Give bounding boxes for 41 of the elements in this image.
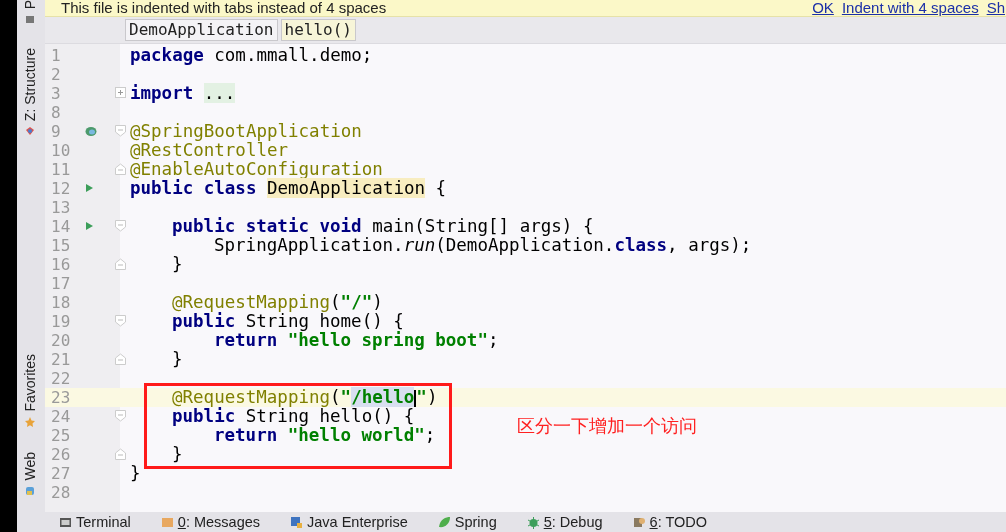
tool-window-button[interactable]: Terminal (59, 513, 131, 531)
tool-window-button[interactable]: Spring (437, 513, 497, 531)
code-line: @EnableAutoConfiguration (130, 160, 383, 179)
web-icon (24, 484, 36, 497)
code-line: @RequestMapping("/hello") (172, 388, 438, 407)
code-line: return "hello spring boot"; (214, 331, 499, 350)
tool-window-button[interactable]: 6: TODO (632, 513, 708, 531)
code-line: SpringApplication.run(DemoApplication.class, args); (214, 236, 752, 255)
tool-window-button[interactable]: 5: Debug (526, 513, 603, 531)
code-line: } (172, 350, 183, 369)
code-line: } (172, 445, 183, 464)
tool-window-button[interactable]: 0: Messages (160, 513, 261, 531)
code-line: import ... (130, 84, 236, 103)
banner-message: This file is indented with tabs instead of 4 spaces (61, 0, 387, 16)
code-line: return "hello world"; (214, 426, 436, 445)
code-line: public String hello() { (172, 407, 415, 426)
folder-icon (24, 13, 36, 26)
code-line: @RestController (130, 141, 289, 160)
tool-window-tab[interactable]: Z: Structure (22, 48, 38, 122)
tool-window-button[interactable]: Java Enterprise (290, 513, 408, 531)
annotation-note: 区分一下增加一个访问 (517, 415, 697, 438)
tool-window-tab[interactable]: P (22, 0, 38, 10)
code-line: } (172, 255, 183, 274)
code-line: @SpringBootApplication (130, 122, 362, 141)
leaf-icon (437, 515, 451, 529)
terminal-icon (59, 515, 72, 529)
banner-link[interactable]: Indent with 4 spaces (841, 0, 979, 16)
breadcrumb[interactable]: DemoApplication (125, 19, 278, 41)
code-line: package com.mmall.demo; (130, 46, 373, 65)
breadcrumb[interactable]: hello() (280, 19, 356, 41)
code-line: public class DemoApplication { (130, 179, 447, 198)
code-line: @RequestMapping("/") (172, 293, 383, 312)
banner-link[interactable]: Sh (986, 0, 1005, 16)
star-icon (24, 415, 36, 428)
banner-link[interactable]: OK (812, 0, 834, 16)
bug-icon (526, 515, 540, 529)
tool-window-tab[interactable]: Web (22, 452, 38, 481)
code-line: public static void main(String[] args) { (172, 217, 594, 236)
tool-window-tab[interactable]: Favorites (22, 354, 38, 412)
code-line: public String home() { (172, 312, 404, 331)
code-line: } (130, 464, 141, 483)
